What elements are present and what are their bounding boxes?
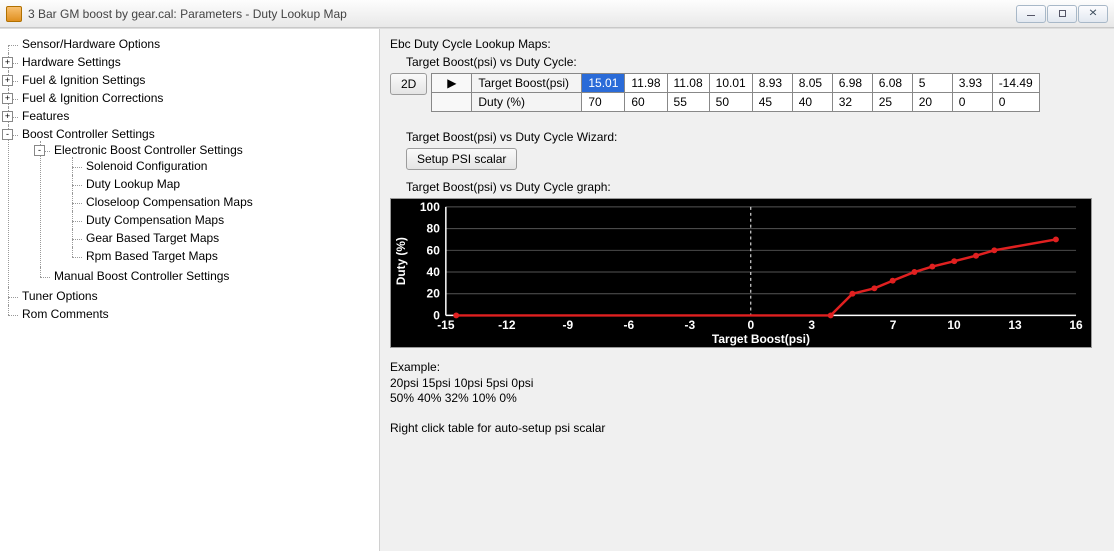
svg-text:80: 80 bbox=[427, 222, 441, 236]
tree-item[interactable]: Manual Boost Controller Settings bbox=[54, 269, 229, 283]
expand-icon[interactable]: + bbox=[2, 111, 13, 122]
svg-text:40: 40 bbox=[427, 265, 441, 279]
boost-cell[interactable]: 11.98 bbox=[625, 74, 667, 93]
content-pane: Ebc Duty Cycle Lookup Maps: Target Boost… bbox=[380, 29, 1114, 551]
svg-text:-12: -12 bbox=[498, 318, 516, 332]
tree-item[interactable]: Fuel & Ignition Corrections bbox=[22, 91, 163, 105]
setup-psi-scalar-button[interactable]: Setup PSI scalar bbox=[406, 148, 517, 170]
tree-item[interactable]: Duty Compensation Maps bbox=[86, 213, 224, 227]
window-titlebar: 3 Bar GM boost by gear.cal: Parameters -… bbox=[0, 0, 1114, 28]
boost-cell[interactable]: 3.93 bbox=[952, 74, 992, 93]
2d-button[interactable]: 2D bbox=[390, 73, 427, 95]
duty-cell[interactable]: 20 bbox=[912, 93, 952, 112]
duty-cell[interactable]: 70 bbox=[582, 93, 625, 112]
svg-text:100: 100 bbox=[420, 200, 440, 214]
duty-cell[interactable]: 60 bbox=[625, 93, 667, 112]
svg-text:Duty (%): Duty (%) bbox=[394, 237, 408, 285]
svg-text:10: 10 bbox=[947, 318, 961, 332]
example-line-1: 20psi 15psi 10psi 5psi 0psi bbox=[390, 376, 1104, 392]
expand-icon[interactable]: + bbox=[2, 57, 13, 68]
svg-text:-15: -15 bbox=[437, 318, 455, 332]
duty-cell[interactable]: 0 bbox=[952, 93, 992, 112]
duty-cell[interactable]: 55 bbox=[667, 93, 709, 112]
navigation-tree[interactable]: Sensor/Hardware Options + Hardware Setting… bbox=[0, 29, 380, 551]
svg-text:7: 7 bbox=[890, 318, 897, 332]
tree-item[interactable]: Closeloop Compensation Maps bbox=[86, 195, 253, 209]
duty-lookup-table[interactable]: ▶ Target Boost(psi) 15.0111.9811.0810.01… bbox=[431, 73, 1039, 112]
tree-item[interactable]: Rom Comments bbox=[22, 307, 109, 321]
wizard-label: Target Boost(psi) vs Duty Cycle Wizard: bbox=[406, 130, 1104, 144]
tree-item[interactable]: Tuner Options bbox=[22, 289, 98, 303]
duty-cell[interactable]: 32 bbox=[832, 93, 872, 112]
duty-cell[interactable]: 0 bbox=[992, 93, 1039, 112]
svg-text:-6: -6 bbox=[623, 318, 634, 332]
duty-cell[interactable]: 45 bbox=[752, 93, 792, 112]
hint-text: Right click table for auto-setup psi sca… bbox=[390, 421, 1104, 435]
boost-cell[interactable]: 8.05 bbox=[792, 74, 832, 93]
graph-label: Target Boost(psi) vs Duty Cycle graph: bbox=[406, 180, 1104, 194]
table-label: Target Boost(psi) vs Duty Cycle: bbox=[406, 55, 1104, 69]
boost-cell[interactable]: 5 bbox=[912, 74, 952, 93]
example-text: Example: 20psi 15psi 10psi 5psi 0psi 50%… bbox=[390, 360, 1104, 407]
duty-cell[interactable]: 40 bbox=[792, 93, 832, 112]
tree-item[interactable]: Fuel & Ignition Settings bbox=[22, 73, 145, 87]
boost-cell[interactable]: 11.08 bbox=[667, 74, 709, 93]
svg-text:60: 60 bbox=[427, 243, 441, 257]
row-selector-icon[interactable]: ▶ bbox=[432, 74, 472, 93]
tree-item[interactable]: Rpm Based Target Maps bbox=[86, 249, 218, 263]
collapse-icon[interactable]: - bbox=[34, 145, 45, 156]
boost-cell[interactable]: 6.08 bbox=[872, 74, 912, 93]
tree-item[interactable]: Electronic Boost Controller Settings bbox=[54, 143, 243, 157]
boost-cell[interactable]: 10.01 bbox=[709, 74, 752, 93]
collapse-icon[interactable]: - bbox=[2, 129, 13, 140]
svg-text:20: 20 bbox=[427, 287, 441, 301]
tree-item[interactable]: Boost Controller Settings bbox=[22, 127, 155, 141]
duty-cell[interactable]: 50 bbox=[709, 93, 752, 112]
duty-cell[interactable]: 25 bbox=[872, 93, 912, 112]
tree-item[interactable]: Duty Lookup Map bbox=[86, 177, 180, 191]
svg-text:-9: -9 bbox=[563, 318, 574, 332]
svg-text:0: 0 bbox=[747, 318, 754, 332]
boost-cell[interactable]: -14.49 bbox=[992, 74, 1039, 93]
duty-row-header: Duty (%) bbox=[472, 93, 582, 112]
boost-cell[interactable]: 15.01 bbox=[582, 74, 625, 93]
duty-cycle-chart: 020406080100-15-12-9-6-3037101316Target … bbox=[390, 198, 1092, 348]
svg-text:3: 3 bbox=[808, 318, 815, 332]
example-heading: Example: bbox=[390, 360, 1104, 376]
boost-cell[interactable]: 6.98 bbox=[832, 74, 872, 93]
window-title: 3 Bar GM boost by gear.cal: Parameters -… bbox=[28, 7, 347, 21]
boost-cell[interactable]: 8.93 bbox=[752, 74, 792, 93]
expand-icon[interactable]: + bbox=[2, 93, 13, 104]
close-button[interactable]: ✕ bbox=[1078, 5, 1108, 23]
maximize-button[interactable] bbox=[1047, 5, 1077, 23]
tree-item[interactable]: Sensor/Hardware Options bbox=[22, 37, 160, 51]
svg-text:Target Boost(psi): Target Boost(psi) bbox=[712, 332, 810, 346]
tree-item[interactable]: Hardware Settings bbox=[22, 55, 121, 69]
row-selector-empty[interactable] bbox=[432, 93, 472, 112]
tree-item[interactable]: Solenoid Configuration bbox=[86, 159, 207, 173]
tree-item[interactable]: Gear Based Target Maps bbox=[86, 231, 219, 245]
expand-icon[interactable]: + bbox=[2, 75, 13, 86]
svg-text:16: 16 bbox=[1069, 318, 1083, 332]
example-line-2: 50% 40% 32% 10% 0% bbox=[390, 391, 1104, 407]
minimize-button[interactable] bbox=[1016, 5, 1046, 23]
section-heading: Ebc Duty Cycle Lookup Maps: bbox=[390, 37, 1104, 51]
boost-row-header: Target Boost(psi) bbox=[472, 74, 582, 93]
tree-item[interactable]: Features bbox=[22, 109, 69, 123]
svg-text:-3: -3 bbox=[684, 318, 695, 332]
svg-text:13: 13 bbox=[1008, 318, 1022, 332]
app-icon bbox=[6, 6, 22, 22]
window-controls: ✕ bbox=[1016, 5, 1108, 23]
